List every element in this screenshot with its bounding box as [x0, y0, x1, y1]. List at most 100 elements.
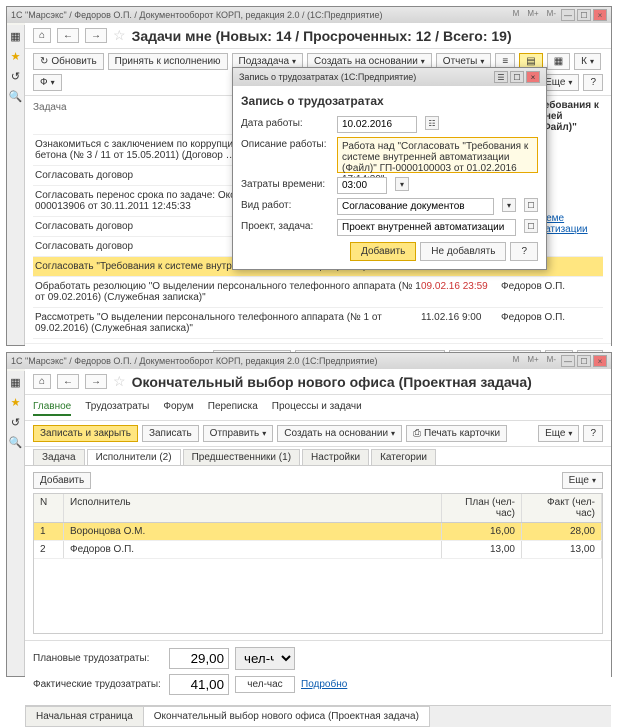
- dialog-help-button[interactable]: ?: [510, 242, 538, 261]
- close-button[interactable]: ×: [593, 9, 607, 21]
- task-date: 09.02.16 23:59: [421, 281, 501, 303]
- grid-more-button[interactable]: Еще: [562, 472, 603, 489]
- titlebar-2: 1С "Марсэкс" / Федоров О.П. / Документоо…: [7, 353, 611, 369]
- minimize-button[interactable]: —: [561, 355, 575, 367]
- grid-row[interactable]: 1Воронцова О.М.16,0028,00: [34, 523, 602, 541]
- m-icon: M: [513, 355, 520, 367]
- save-close-button[interactable]: Записать и закрыть: [33, 425, 138, 442]
- cell-fact: 28,00: [522, 523, 602, 540]
- apps-icon[interactable]: ▦: [9, 29, 23, 43]
- save-button[interactable]: Записать: [142, 425, 199, 442]
- grid-row[interactable]: 2Федоров О.П.13,0013,00: [34, 541, 602, 559]
- tab-mail[interactable]: Переписка: [208, 399, 258, 416]
- hours-input[interactable]: [337, 177, 387, 194]
- tab-effort[interactable]: Трудозатраты: [85, 399, 149, 416]
- maximize-button[interactable]: ☐: [577, 355, 591, 367]
- cell-plan: 13,00: [442, 541, 522, 558]
- itab-cats[interactable]: Категории: [371, 449, 436, 465]
- itab-task[interactable]: Задача: [33, 449, 85, 465]
- project-open-icon[interactable]: ☐: [524, 219, 538, 233]
- m-plus-icon: M+: [527, 355, 538, 367]
- project-label: Проект, задача:: [241, 219, 331, 232]
- create-on-button-2[interactable]: Создать на основании: [277, 425, 402, 442]
- details-link[interactable]: Подробно: [301, 679, 347, 690]
- desc-label: Описание работы:: [241, 137, 331, 150]
- forward-button[interactable]: →: [85, 28, 107, 43]
- col-fact: Факт (чел-час): [522, 494, 602, 522]
- dialog-close-button[interactable]: ×: [526, 71, 540, 83]
- forward-button[interactable]: →: [85, 374, 107, 389]
- minimize-button[interactable]: —: [561, 9, 575, 21]
- grid-add-button[interactable]: Добавить: [33, 472, 91, 489]
- favorites-icon[interactable]: ★: [9, 395, 23, 409]
- page-title: Задачи мне (Новых: 14 / Просроченных: 12…: [132, 28, 512, 44]
- itab-executors[interactable]: Исполнители (2): [87, 449, 181, 465]
- type-drop-icon[interactable]: ▾: [502, 198, 516, 212]
- task-row[interactable]: Обработать резолюцию "О выделении персон…: [33, 277, 603, 308]
- history-icon[interactable]: ↺: [9, 69, 23, 83]
- help-button-2[interactable]: ?: [583, 425, 603, 442]
- labor-dialog: Запись о трудозатратах (1С:Предприятие) …: [232, 67, 547, 270]
- plan-input[interactable]: [169, 648, 229, 669]
- cell-n: 1: [34, 523, 64, 540]
- type-open-icon[interactable]: ☐: [524, 198, 538, 212]
- tab-forum[interactable]: Форум: [163, 399, 193, 416]
- plan-unit-select[interactable]: чел-час: [235, 647, 295, 670]
- itab-predecessors[interactable]: Предшественники (1): [183, 449, 300, 465]
- back-button[interactable]: ←: [57, 374, 79, 389]
- app-title-2: 1С "Марсэкс" / Федоров О.П. / Документоо…: [11, 356, 378, 366]
- task-author: Федоров О.П.: [501, 312, 601, 334]
- refresh-button[interactable]: ↻ Обновить: [33, 53, 104, 70]
- accept-button[interactable]: Принять к исполнению: [108, 53, 228, 70]
- page-title-2: Окончательный выбор нового офиса (Проект…: [132, 374, 532, 390]
- app-title: 1С "Марсэкс" / Федоров О.П. / Документоо…: [11, 10, 383, 20]
- search-icon[interactable]: 🔍: [9, 435, 23, 449]
- project-input[interactable]: [337, 219, 516, 236]
- type-input[interactable]: [337, 198, 494, 215]
- maximize-button[interactable]: ☐: [577, 9, 591, 21]
- skip-button[interactable]: Не добавлять: [420, 242, 506, 261]
- task-date: 11.02.16 9:00: [421, 312, 501, 334]
- task-text: Обработать резолюцию "О выделении персон…: [35, 281, 421, 303]
- apps-icon[interactable]: ▦: [9, 375, 23, 389]
- tab-main[interactable]: Главное: [33, 399, 71, 416]
- titlebar-1: 1С "Марсэкс" / Федоров О.П. / Документоо…: [7, 7, 611, 23]
- m-plus-icon: M+: [527, 9, 538, 21]
- date-input[interactable]: [337, 116, 417, 133]
- hours-drop-icon[interactable]: ▾: [395, 177, 409, 191]
- cell-fact: 13,00: [522, 541, 602, 558]
- filter-k-button[interactable]: К: [574, 53, 601, 70]
- more-button-2[interactable]: Еще: [538, 425, 579, 442]
- calendar-icon[interactable]: ☷: [425, 116, 439, 130]
- filter-f-button[interactable]: Ф: [33, 74, 62, 91]
- fact-label: Фактические трудозатраты:: [33, 679, 163, 690]
- favorites-icon[interactable]: ★: [9, 49, 23, 63]
- desc-textarea[interactable]: Работа над "Согласовать "Требования к си…: [337, 137, 538, 173]
- m-icon: M: [513, 9, 520, 21]
- star-icon[interactable]: ☆: [113, 27, 126, 44]
- plan-label: Плановые трудозатраты:: [33, 653, 163, 664]
- star-icon[interactable]: ☆: [113, 373, 126, 390]
- home-button[interactable]: ⌂: [33, 28, 51, 43]
- task-row[interactable]: Рассмотреть "О выделении персонального т…: [33, 308, 603, 339]
- add-button[interactable]: Добавить: [350, 242, 416, 261]
- search-icon[interactable]: 🔍: [9, 89, 23, 103]
- dialog-tool-icon[interactable]: ☰: [494, 71, 508, 83]
- history-icon[interactable]: ↺: [9, 415, 23, 429]
- close-button[interactable]: ×: [593, 355, 607, 367]
- help-button[interactable]: ?: [583, 74, 603, 91]
- dialog-titlebar: Запись о трудозатратах (1С:Предприятие): [239, 72, 416, 82]
- cell-name: Воронцова О.М.: [64, 523, 442, 540]
- btab-project-task[interactable]: Окончательный выбор нового офиса (Проект…: [143, 706, 430, 727]
- view-3-button[interactable]: ▦: [547, 53, 570, 70]
- btab-start-2[interactable]: Начальная страница: [25, 706, 144, 727]
- home-button[interactable]: ⌂: [33, 374, 51, 389]
- send-button[interactable]: Отправить: [203, 425, 274, 442]
- back-button[interactable]: ←: [57, 28, 79, 43]
- print-button[interactable]: ⎙ Печать карточки: [406, 425, 507, 442]
- dialog-max-button[interactable]: ☐: [510, 71, 524, 83]
- hours-label: Затраты времени:: [241, 177, 331, 190]
- fact-unit: чел-час: [235, 676, 295, 693]
- tab-proc[interactable]: Процессы и задачи: [272, 399, 362, 416]
- itab-settings[interactable]: Настройки: [302, 449, 369, 465]
